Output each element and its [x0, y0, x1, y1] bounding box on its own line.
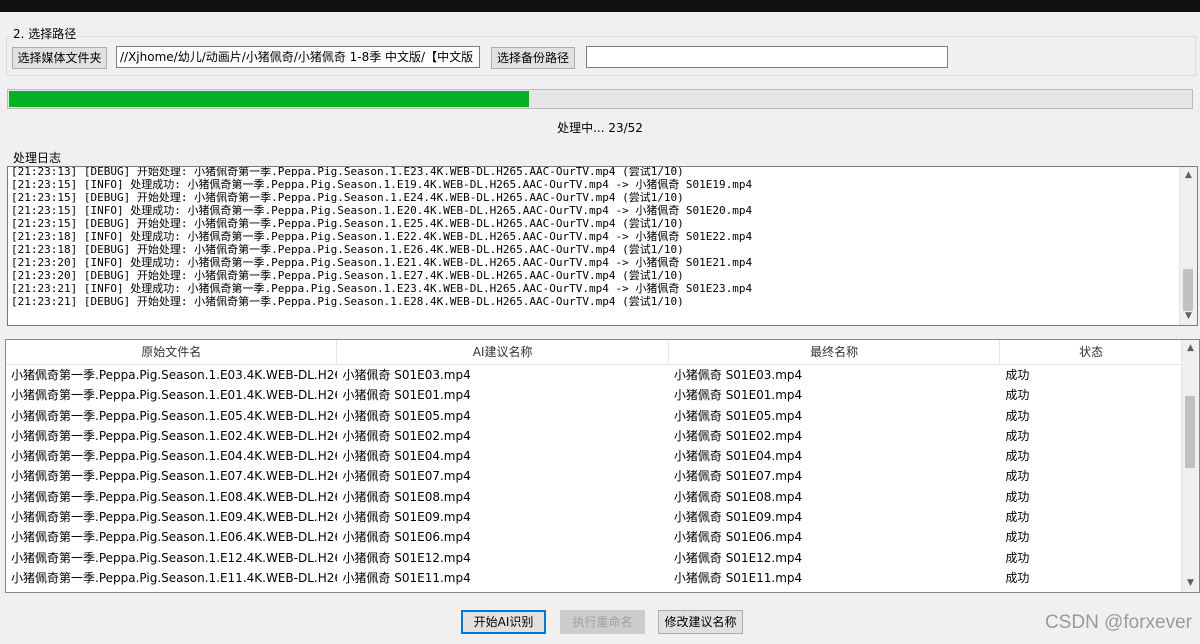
cell-final-name: 小猪佩奇 S01E01.mp4	[673, 388, 803, 403]
cell-final-name: 小猪佩奇 S01E04.mp4	[673, 449, 803, 464]
cell-final-name: 小猪佩奇 S01E08.mp4	[673, 489, 803, 504]
log-line: [21:23:21] [INFO] 处理成功: 小猪佩奇第一季.Peppa.Pi…	[11, 282, 753, 295]
table-row[interactable]: 小猪佩奇第一季.Peppa.Pig.Season.1.E03.4K.WEB-DL…	[6, 365, 1182, 385]
log-line: [21:23:20] [DEBUG] 开始处理: 小猪佩奇第一季.Peppa.P…	[11, 269, 684, 282]
log-line: [21:23:20] [INFO] 处理成功: 小猪佩奇第一季.Peppa.Pi…	[11, 256, 753, 269]
log-lines: [21:23:13] [DEBUG] 开始处理: 小猪佩奇第一季.Peppa.P…	[11, 166, 1177, 308]
path-section-title: 2. 选择路径	[11, 25, 79, 42]
progress-bar	[7, 89, 1193, 109]
select-backup-path-button[interactable]: 选择备份路径	[491, 47, 575, 69]
cell-ai-suggestion: 小猪佩奇 S01E09.mp4	[342, 510, 471, 525]
cell-ai-suggestion: 小猪佩奇 S01E05.mp4	[342, 408, 471, 423]
cell-status: 成功	[1005, 368, 1030, 382]
table-row[interactable]: 小猪佩奇第一季.Peppa.Pig.Season.1.E08.4K.WEB-DL…	[6, 487, 1182, 507]
cell-ai-suggestion: 小猪佩奇 S01E02.mp4	[342, 428, 471, 443]
chevron-down-icon[interactable]: ▼	[1180, 308, 1197, 325]
cell-final-name: 小猪佩奇 S01E06.mp4	[673, 530, 803, 545]
cell-ai-suggestion: 小猪佩奇 S01E08.mp4	[342, 489, 471, 504]
cell-ai-suggestion: 小猪佩奇 S01E12.mp4	[342, 550, 471, 565]
table-header: 原始文件名 AI建议名称 最终名称 状态	[6, 340, 1182, 365]
table-row[interactable]: 小猪佩奇第一季.Peppa.Pig.Season.1.E12.4K.WEB-DL…	[6, 548, 1182, 568]
cell-ai-suggestion: 小猪佩奇 S01E06.mp4	[342, 530, 471, 545]
cell-ai-suggestion: 小猪佩奇 S01E03.mp4	[342, 368, 471, 382]
chevron-up-icon[interactable]: ▲	[1182, 340, 1199, 357]
log-textarea[interactable]: [21:23:13] [DEBUG] 开始处理: 小猪佩奇第一季.Peppa.P…	[7, 166, 1198, 326]
cell-original-name: 小猪佩奇第一季.Peppa.Pig.Season.1.E11.4K.WEB-DL…	[11, 570, 338, 585]
cell-ai-suggestion: 小猪佩奇 S01E11.mp4	[342, 570, 471, 585]
cell-original-name: 小猪佩奇第一季.Peppa.Pig.Season.1.E04.4K.WEB-DL…	[11, 449, 338, 464]
select-media-folder-button[interactable]: 选择媒体文件夹	[12, 47, 107, 69]
table-scrollbar-thumb[interactable]	[1185, 396, 1195, 468]
cell-original-name: 小猪佩奇第一季.Peppa.Pig.Season.1.E09.4K.WEB-DL…	[11, 510, 338, 525]
cell-original-name: 小猪佩奇第一季.Peppa.Pig.Season.1.E06.4K.WEB-DL…	[11, 530, 338, 545]
cell-status: 成功	[1005, 469, 1030, 484]
cell-status: 成功	[1005, 489, 1030, 504]
log-line: [21:23:15] [DEBUG] 开始处理: 小猪佩奇第一季.Peppa.P…	[11, 217, 684, 230]
table-body: 小猪佩奇第一季.Peppa.Pig.Season.1.E03.4K.WEB-DL…	[6, 365, 1182, 588]
cell-status: 成功	[1005, 570, 1030, 585]
chevron-up-icon[interactable]: ▲	[1180, 167, 1197, 184]
cell-original-name: 小猪佩奇第一季.Peppa.Pig.Season.1.E07.4K.WEB-DL…	[11, 469, 338, 484]
cell-status: 成功	[1005, 530, 1030, 545]
table-row[interactable]: 小猪佩奇第一季.Peppa.Pig.Season.1.E07.4K.WEB-DL…	[6, 466, 1182, 486]
cell-status: 成功	[1005, 449, 1030, 464]
cell-final-name: 小猪佩奇 S01E09.mp4	[673, 510, 803, 525]
table-row[interactable]: 小猪佩奇第一季.Peppa.Pig.Season.1.E02.4K.WEB-DL…	[6, 426, 1182, 446]
cell-original-name: 小猪佩奇第一季.Peppa.Pig.Season.1.E03.4K.WEB-DL…	[11, 368, 338, 382]
cell-original-name: 小猪佩奇第一季.Peppa.Pig.Season.1.E05.4K.WEB-DL…	[11, 408, 338, 423]
cell-final-name: 小猪佩奇 S01E05.mp4	[673, 408, 803, 423]
cell-final-name: 小猪佩奇 S01E03.mp4	[673, 368, 803, 382]
edit-suggestion-button[interactable]: 修改建议名称	[658, 610, 743, 634]
column-header-final-name[interactable]: 最终名称	[668, 340, 1001, 364]
cell-ai-suggestion: 小猪佩奇 S01E01.mp4	[342, 388, 471, 403]
watermark: CSDN @forxever	[1044, 612, 1192, 633]
progress-bar-fill	[9, 91, 530, 107]
rename-button[interactable]: 执行重命名	[560, 610, 645, 634]
log-line: [21:23:15] [INFO] 处理成功: 小猪佩奇第一季.Peppa.Pi…	[11, 204, 753, 217]
table-row[interactable]: 小猪佩奇第一季.Peppa.Pig.Season.1.E05.4K.WEB-DL…	[6, 406, 1182, 426]
table-row[interactable]: 小猪佩奇第一季.Peppa.Pig.Season.1.E04.4K.WEB-DL…	[6, 446, 1182, 466]
cell-status: 成功	[1005, 510, 1030, 525]
column-header-ai-suggestion[interactable]: AI建议名称	[337, 340, 669, 364]
log-line: [21:23:21] [DEBUG] 开始处理: 小猪佩奇第一季.Peppa.P…	[11, 295, 684, 308]
cell-final-name: 小猪佩奇 S01E12.mp4	[673, 550, 803, 565]
media-path-field[interactable]: //Xjhome/幼儿/动画片/小猪佩奇/小猪佩奇 1-8季 中文版/【中文版	[116, 46, 480, 68]
table-row[interactable]: 小猪佩奇第一季.Peppa.Pig.Season.1.E06.4K.WEB-DL…	[6, 527, 1182, 547]
log-scrollbar[interactable]: ▲ ▼	[1179, 167, 1197, 325]
log-section-title: 处理日志	[13, 151, 62, 165]
window-top-bar	[0, 0, 1200, 12]
table-scrollbar[interactable]: ▲ ▼	[1181, 340, 1199, 592]
cell-ai-suggestion: 小猪佩奇 S01E07.mp4	[342, 469, 471, 484]
log-line: [21:23:15] [DEBUG] 开始处理: 小猪佩奇第一季.Peppa.P…	[11, 191, 684, 204]
log-scrollbar-thumb[interactable]	[1183, 269, 1193, 311]
cell-final-name: 小猪佩奇 S01E02.mp4	[673, 428, 803, 443]
results-table[interactable]: 原始文件名 AI建议名称 最终名称 状态 小猪佩奇第一季.Peppa.Pig.S…	[5, 339, 1200, 593]
table-row[interactable]: 小猪佩奇第一季.Peppa.Pig.Season.1.E09.4K.WEB-DL…	[6, 507, 1182, 527]
cell-status: 成功	[1005, 550, 1030, 565]
cell-original-name: 小猪佩奇第一季.Peppa.Pig.Season.1.E02.4K.WEB-DL…	[11, 428, 338, 443]
chevron-down-icon[interactable]: ▼	[1182, 575, 1199, 592]
table-row[interactable]: 小猪佩奇第一季.Peppa.Pig.Season.1.E11.4K.WEB-DL…	[6, 568, 1182, 588]
progress-status-text: 处理中... 23/52	[557, 121, 643, 135]
cell-status: 成功	[1005, 428, 1030, 443]
backup-path-field[interactable]	[586, 46, 948, 68]
cell-original-name: 小猪佩奇第一季.Peppa.Pig.Season.1.E12.4K.WEB-DL…	[11, 550, 338, 565]
column-header-status[interactable]: 状态	[1000, 340, 1182, 364]
log-line: [21:23:15] [INFO] 处理成功: 小猪佩奇第一季.Peppa.Pi…	[11, 178, 753, 191]
cell-original-name: 小猪佩奇第一季.Peppa.Pig.Season.1.E01.4K.WEB-DL…	[11, 388, 338, 403]
cell-final-name: 小猪佩奇 S01E07.mp4	[673, 469, 803, 484]
cell-final-name: 小猪佩奇 S01E11.mp4	[673, 570, 803, 585]
log-line: [21:23:18] [DEBUG] 开始处理: 小猪佩奇第一季.Peppa.P…	[11, 243, 684, 256]
cell-original-name: 小猪佩奇第一季.Peppa.Pig.Season.1.E08.4K.WEB-DL…	[11, 489, 338, 504]
log-line: [21:23:13] [DEBUG] 开始处理: 小猪佩奇第一季.Peppa.P…	[11, 166, 684, 178]
column-header-original-name[interactable]: 原始文件名	[6, 340, 338, 364]
log-line: [21:23:18] [INFO] 处理成功: 小猪佩奇第一季.Peppa.Pi…	[11, 230, 753, 243]
table-row[interactable]: 小猪佩奇第一季.Peppa.Pig.Season.1.E01.4K.WEB-DL…	[6, 385, 1182, 405]
cell-status: 成功	[1005, 408, 1030, 423]
start-ai-button[interactable]: 开始AI识别	[461, 610, 546, 634]
cell-ai-suggestion: 小猪佩奇 S01E04.mp4	[342, 449, 471, 464]
cell-status: 成功	[1005, 388, 1030, 403]
